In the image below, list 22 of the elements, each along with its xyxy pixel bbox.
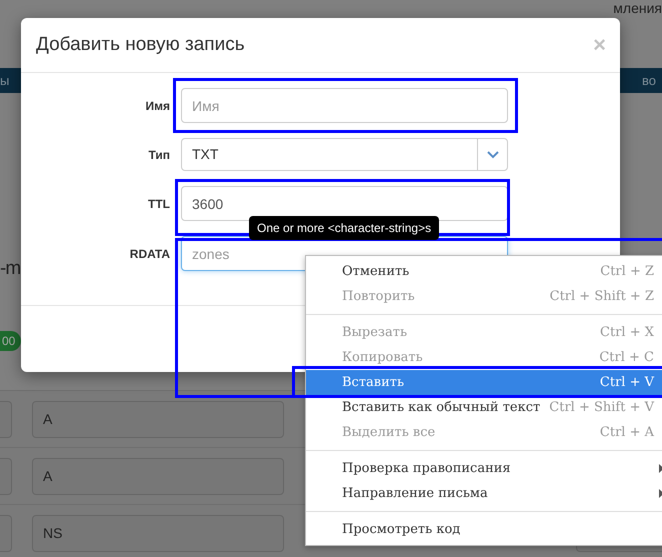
header-link[interactable]: мления (613, 0, 662, 16)
tooltip: One or more <character-string>s (249, 216, 440, 240)
field-label: TTL (147, 196, 170, 212)
menu-item[interactable]: Вставить Ctrl + V (306, 370, 662, 395)
menu-item[interactable]: Просмотреть код (306, 517, 662, 542)
field-label: RDATA (128, 246, 170, 262)
chevron-down-icon (486, 150, 498, 158)
page-heading: -m (0, 257, 20, 281)
modal-title: Добавить новую запись (36, 34, 245, 56)
menu-item[interactable]: Проверка правописания (306, 456, 662, 481)
input-field[interactable]: 3600 (181, 186, 508, 221)
nav-item[interactable]: во (642, 70, 656, 90)
type-field[interactable]: A (32, 458, 284, 494)
field-label: Имя (144, 98, 170, 114)
type-field[interactable]: A (32, 400, 284, 438)
menu-item[interactable]: Направление письма (306, 481, 662, 506)
field-label: Тип (148, 146, 170, 164)
nav-item[interactable]: ы (0, 70, 10, 90)
type-field[interactable]: NS (32, 514, 284, 552)
type-select[interactable]: TXT (181, 138, 508, 171)
menu-item[interactable]: Вставить как обычный текст Ctrl + Shift + V (306, 395, 662, 420)
status-badge: 00 (0, 331, 22, 351)
